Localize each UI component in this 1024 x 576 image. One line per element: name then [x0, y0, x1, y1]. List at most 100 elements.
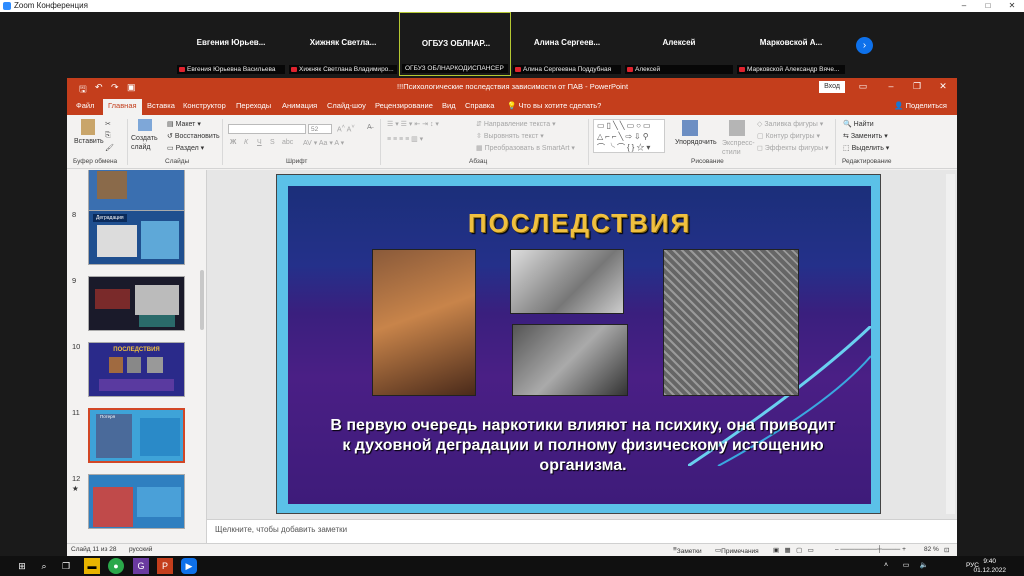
layout-button[interactable]: ▤ Макет ▾ — [167, 120, 201, 128]
fit-slide-icon[interactable]: ⊡ — [944, 546, 949, 554]
undo-icon[interactable]: ↶ — [95, 82, 103, 93]
paste-icon[interactable] — [81, 119, 95, 135]
pp-restore-icon[interactable]: ❐ — [907, 81, 927, 92]
clear-formatting-icon[interactable]: A̶ — [367, 124, 372, 131]
section-button[interactable]: ▭ Раздел ▾ — [167, 144, 204, 152]
char-spacing-button[interactable]: abc — [282, 139, 293, 146]
participant-tile[interactable]: Евгения Юрьев... Евгения Юрьевна Василье… — [175, 12, 287, 76]
arrange-button[interactable]: Упорядочить — [675, 139, 717, 146]
slide-thumbnail[interactable] — [88, 474, 185, 529]
file-explorer-icon[interactable]: ▬ — [84, 558, 100, 574]
italic-button[interactable]: К — [244, 139, 248, 146]
arrange-icon[interactable] — [682, 120, 698, 136]
slide-thumbnail[interactable] — [88, 276, 185, 331]
align-text-button[interactable]: ⇳ Выровнять текст ▾ — [476, 132, 544, 140]
redo-icon[interactable]: ↷ — [111, 82, 119, 93]
tab-help[interactable]: Справка — [465, 101, 494, 110]
participant-tile[interactable]: Хижняк Светла... Хижняк Светлана Владими… — [287, 12, 399, 76]
tell-me-search[interactable]: 💡 Что вы хотите сделать? — [507, 101, 601, 110]
zoom-minimize-button[interactable]: – — [952, 0, 976, 12]
chrome-icon[interactable]: ● — [108, 558, 124, 574]
tab-slideshow[interactable]: Слайд-шоу — [327, 101, 366, 110]
powerpoint-taskbar-icon[interactable]: P — [157, 558, 173, 574]
zoom-taskbar-icon[interactable]: ▶ — [181, 558, 197, 574]
participant-tile-active-speaker[interactable]: ОГБУЗ ОБЛНАР... ОГБУЗ ОБЛНАРКОДИСПАНСЕР — [399, 12, 511, 76]
quick-styles-icon[interactable] — [729, 120, 745, 136]
zoom-slider[interactable]: – ────────┼──── + — [835, 546, 906, 553]
shape-effects-button[interactable]: ◻ Эффекты фигуры ▾ — [757, 144, 829, 152]
font-size-input[interactable]: 52 — [308, 124, 332, 134]
copy-icon[interactable]: ⎘ — [105, 132, 111, 140]
notes-toggle[interactable]: ≡ Заметки — [673, 546, 702, 555]
pp-minimize-icon[interactable]: – — [881, 81, 901, 91]
reset-button[interactable]: ↺ Восстановить — [167, 132, 220, 140]
participant-tile[interactable]: Марковской А... Марковской Александр Вяч… — [735, 12, 847, 76]
participant-name: Евгения Юрьев... — [196, 38, 266, 47]
shapes-gallery[interactable]: ▭▯╲╲▭○▭ △⌐⌐╲⇨⇩⚲ ⌒╰⌒{}☆▾ — [593, 119, 665, 153]
align-icons[interactable]: ≡ ≡ ≡ ≡ ▥ ▾ — [387, 135, 423, 143]
cut-icon[interactable]: ✂ — [105, 120, 111, 128]
zoom-maximize-button[interactable]: □ — [976, 0, 1000, 12]
language-indicator[interactable]: русский — [129, 546, 152, 553]
notes-pane[interactable]: Щелкните, чтобы добавить заметки — [207, 519, 957, 544]
new-slide-icon[interactable] — [138, 119, 152, 131]
paste-button[interactable]: Вставить — [74, 138, 104, 145]
view-buttons[interactable]: ▣ ▦ ▢ ▭ — [773, 546, 814, 554]
tray-chevron-icon[interactable]: ˄ — [878, 558, 894, 574]
zoom-level[interactable]: 82 % — [924, 546, 939, 553]
zoom-close-button[interactable]: ✕ — [1000, 0, 1024, 12]
app-icon[interactable]: G — [133, 558, 149, 574]
slide-thumbnail-selected[interactable]: Потеря — [88, 408, 185, 463]
bullets-icon[interactable]: ☰ ▾ ☰ ▾ ⇤ ⇥ ↕ ▾ — [387, 120, 439, 128]
find-button[interactable]: 🔍 Найти — [843, 120, 874, 128]
current-slide[interactable]: ПОСЛЕДСТВИЯ В первую очередь наркотики в… — [276, 174, 881, 514]
participant-tile[interactable]: Алина Сергеев... Алина Сергеевна Поддубн… — [511, 12, 623, 76]
shape-fill-button[interactable]: ◇ Заливка фигуры ▾ — [757, 120, 823, 128]
login-button[interactable]: Вход — [819, 81, 845, 93]
underline-button[interactable]: Ч — [257, 139, 262, 146]
font-name-input[interactable] — [228, 124, 306, 134]
search-icon[interactable]: ⌕ — [36, 558, 52, 574]
start-slideshow-icon[interactable]: ▣ — [127, 82, 136, 93]
network-icon[interactable]: ▭ — [898, 558, 914, 574]
format-painter-icon[interactable]: 🖌 — [105, 144, 114, 152]
shape-outline-button[interactable]: ▢ Контур фигуры ▾ — [757, 132, 820, 140]
start-icon[interactable]: ⊞ — [14, 558, 30, 574]
select-button[interactable]: ⬚ Выделить ▾ — [843, 144, 889, 152]
ribbon-display-icon[interactable]: ▭ — [853, 81, 873, 92]
thumbnails-scrollbar[interactable] — [200, 270, 204, 330]
slide-thumbnail[interactable]: ПОСЛЕДСТВИЯ — [88, 342, 185, 397]
tab-review[interactable]: Рецензирование — [375, 101, 433, 110]
font-color-icon[interactable]: AV ▾ Aa ▾ A ▾ — [303, 139, 344, 147]
bold-button[interactable]: Ж — [230, 139, 236, 146]
slide-body-text[interactable]: В первую очередь наркотики влияют на пси… — [328, 416, 838, 476]
tab-transitions[interactable]: Переходы — [236, 101, 271, 110]
share-button[interactable]: 👤 Поделиться — [894, 101, 947, 110]
text-direction-button[interactable]: ⇵ Направление текста ▾ — [476, 120, 556, 128]
quick-styles-button[interactable]: Экспресс-стили — [722, 139, 755, 157]
photo-man-behind-fence — [663, 249, 799, 396]
slide-thumbnail[interactable]: Деградация — [88, 210, 185, 265]
tab-animations[interactable]: Анимация — [282, 101, 317, 110]
tab-file[interactable]: Файл — [76, 101, 94, 110]
pp-close-icon[interactable]: ✕ — [933, 81, 953, 92]
tab-design[interactable]: Конструктор — [183, 101, 226, 110]
grow-font-icon[interactable]: A˄ A˅ — [337, 124, 355, 133]
tab-home[interactable]: Главная — [103, 99, 142, 115]
slide-title[interactable]: ПОСЛЕДСТВИЯ — [288, 208, 871, 239]
replace-button[interactable]: ⇆ Заменить ▾ — [843, 132, 888, 140]
participant-tile[interactable]: Алексей Алексей — [623, 12, 735, 76]
new-slide-button[interactable]: Создать слайд — [131, 134, 161, 152]
tab-insert[interactable]: Вставка — [147, 101, 175, 110]
next-participants-arrow-icon[interactable]: › — [856, 37, 873, 54]
comments-toggle[interactable]: ▭ Примечания — [715, 546, 759, 555]
tab-view[interactable]: Вид — [442, 101, 456, 110]
system-clock[interactable]: 9:40 01.12.2022 — [973, 557, 1006, 575]
volume-icon[interactable]: 🔈 — [916, 558, 932, 574]
convert-smartart-button[interactable]: ▦ Преобразовать в SmartArt ▾ — [476, 144, 575, 152]
strikethrough-button[interactable]: S — [270, 139, 275, 146]
save-icon[interactable]: 🖫 — [79, 82, 87, 98]
slide-thumbnails-pane[interactable]: 8 Деградация 9 10 ПОСЛЕДСТВИЯ 11 Потеря … — [67, 170, 207, 544]
task-view-icon[interactable]: ❐ — [58, 558, 74, 574]
slide-vertical-scrollbar[interactable] — [946, 174, 955, 514]
